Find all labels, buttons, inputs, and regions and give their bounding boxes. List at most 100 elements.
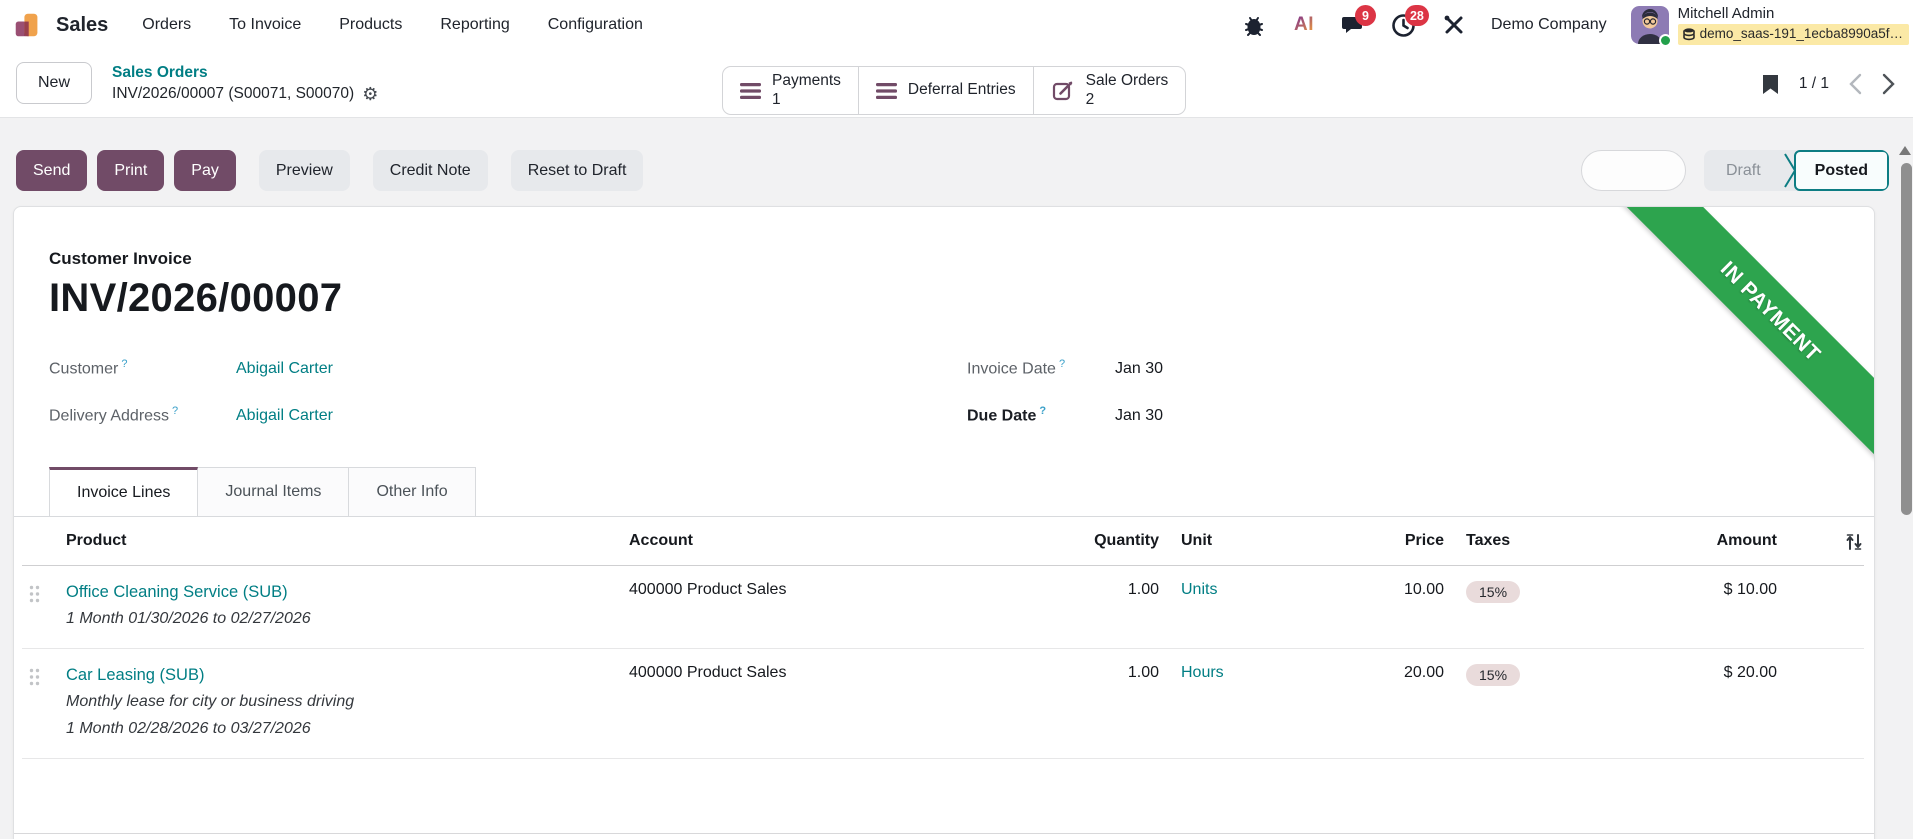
tax-tag[interactable]: 15% xyxy=(1466,664,1521,686)
due-date-value[interactable]: Jan 30 xyxy=(1115,407,1163,425)
status-step-posted[interactable]: Posted xyxy=(1793,150,1889,191)
menu-orders[interactable]: Orders xyxy=(142,16,191,34)
reset-to-draft-button[interactable]: Reset to Draft xyxy=(510,150,644,191)
product-link[interactable]: Car Leasing (SUB) xyxy=(66,662,629,688)
line-unit-link[interactable]: Units xyxy=(1181,581,1217,598)
header-price: Price xyxy=(1404,532,1444,549)
ai-icon[interactable]: AI xyxy=(1291,12,1317,38)
header-quantity: Quantity xyxy=(1094,532,1159,549)
stat-button-deferral-entries[interactable]: Deferral Entries xyxy=(857,67,1033,114)
document-type-label: Customer Invoice xyxy=(49,249,192,268)
top-nav-left: Sales Orders To Invoice Products Reporti… xyxy=(0,12,643,38)
stat-deferral-label: Deferral Entries xyxy=(907,81,1016,99)
pager-count[interactable]: 1 / 1 xyxy=(1799,75,1829,93)
stat-payments-count: 1 xyxy=(772,90,781,108)
optional-columns-icon[interactable] xyxy=(1777,517,1864,565)
stat-sale-orders-label: Sale Orders xyxy=(1085,71,1169,89)
delivery-address-value-link[interactable]: Abigail Carter xyxy=(236,407,333,425)
stat-button-group: Payments 1 Deferral Entries Sale Orders … xyxy=(722,66,1187,115)
status-step-draft[interactable]: Draft xyxy=(1704,162,1783,180)
activities-badge: 28 xyxy=(1404,5,1429,26)
preview-button[interactable]: Preview xyxy=(258,150,350,191)
delivery-address-field-row: Delivery Address? Abigail Carter xyxy=(49,392,1839,439)
pay-button[interactable]: Pay xyxy=(174,150,236,191)
stat-sale-orders-count: 2 xyxy=(1085,90,1095,108)
send-button[interactable]: Send xyxy=(16,150,88,191)
line-description: 1 Month 01/30/2026 to 02/27/2026 xyxy=(66,610,311,627)
app-menu: Orders To Invoice Products Reporting Con… xyxy=(142,16,643,34)
credit-note-button[interactable]: Credit Note xyxy=(372,150,488,191)
list-icon xyxy=(875,82,897,99)
invoice-date-field-row: Invoice Date? Jan 30 xyxy=(967,345,1163,392)
scrollbar-thumb[interactable] xyxy=(1901,163,1912,515)
line-account[interactable]: 400000 Product Sales xyxy=(629,579,1059,599)
user-name: Mitchell Admin xyxy=(1677,5,1775,23)
line-description: Monthly lease for city or business drivi… xyxy=(66,693,355,710)
due-date-label: Due Date xyxy=(967,407,1037,425)
invoice-line-row: Car Leasing (SUB) Monthly lease for city… xyxy=(22,649,1864,759)
invoice-sheet: IN PAYMENT Customer Invoice INV/2026/000… xyxy=(13,206,1875,839)
drag-handle-icon[interactable] xyxy=(22,579,66,608)
bookmark-icon[interactable] xyxy=(1762,74,1779,95)
header-taxes: Taxes xyxy=(1466,532,1511,549)
line-price[interactable]: 10.00 xyxy=(1344,579,1444,599)
odoo-invoice-page: Sales Orders To Invoice Products Reporti… xyxy=(0,0,1913,839)
menu-to-invoice[interactable]: To Invoice xyxy=(229,16,301,34)
stat-payments-label: Payments xyxy=(772,71,841,89)
tab-journal-items[interactable]: Journal Items xyxy=(198,467,350,516)
database-icon xyxy=(1682,28,1695,41)
invoice-line-row: Office Cleaning Service (SUB) 1 Month 01… xyxy=(22,566,1864,649)
pager-next-icon[interactable] xyxy=(1882,73,1895,95)
line-quantity[interactable]: 1.00 xyxy=(1059,579,1159,599)
stat-button-payments[interactable]: Payments 1 xyxy=(723,67,858,114)
line-amount: $ 10.00 xyxy=(1723,581,1777,598)
customer-value-link[interactable]: Abigail Carter xyxy=(236,360,333,378)
tax-tag[interactable]: 15% xyxy=(1466,581,1521,603)
header-amount: Amount xyxy=(1716,532,1777,549)
app-name[interactable]: Sales xyxy=(56,14,108,37)
activities-clock-icon[interactable]: 28 xyxy=(1391,5,1429,38)
product-link[interactable]: Office Cleaning Service (SUB) xyxy=(66,579,629,605)
gear-icon[interactable]: ⚙ xyxy=(362,85,378,103)
print-button[interactable]: Print xyxy=(97,150,165,191)
header-account: Account xyxy=(629,532,693,549)
tools-icon[interactable] xyxy=(1441,12,1467,38)
sales-app-logo-icon[interactable] xyxy=(14,12,40,38)
list-icon xyxy=(740,82,761,99)
header-product: Product xyxy=(66,532,127,549)
new-button[interactable]: New xyxy=(16,62,93,104)
statusbar: Draft Posted xyxy=(1703,150,1889,191)
empty-status-pill[interactable] xyxy=(1580,150,1686,191)
scrollbar-up-arrow[interactable] xyxy=(1899,146,1911,155)
stat-button-sale-orders[interactable]: Sale Orders 2 xyxy=(1032,67,1186,114)
line-unit-link[interactable]: Hours xyxy=(1181,664,1224,681)
line-quantity[interactable]: 1.00 xyxy=(1059,662,1159,682)
user-menu[interactable]: Mitchell Admin demo_saas-191_1ecba8990a5… xyxy=(1630,5,1913,47)
tab-invoice-lines[interactable]: Invoice Lines xyxy=(49,467,199,516)
action-button-row: Send Print Pay Preview Credit Note Reset… xyxy=(16,150,1889,191)
help-marker: ? xyxy=(1058,358,1066,371)
menu-configuration[interactable]: Configuration xyxy=(548,16,643,34)
menu-products[interactable]: Products xyxy=(339,16,402,34)
pager-previous-icon[interactable] xyxy=(1849,73,1862,95)
invoice-date-value[interactable]: Jan 30 xyxy=(1115,360,1163,378)
line-account[interactable]: 400000 Product Sales xyxy=(629,662,1059,682)
top-nav-right: AI 9 28 Demo Company Mitchell Admin demo… xyxy=(1241,0,1913,50)
database-chip: demo_saas-191_1ecba8990a5f… xyxy=(1677,23,1909,45)
messages-icon[interactable]: 9 xyxy=(1341,5,1376,38)
help-marker: ? xyxy=(172,405,179,418)
menu-reporting[interactable]: Reporting xyxy=(440,16,509,34)
user-avatar xyxy=(1630,6,1672,47)
line-price[interactable]: 20.00 xyxy=(1344,662,1444,682)
line-description: 1 Month 02/28/2026 to 03/27/2026 xyxy=(66,720,311,737)
header-unit: Unit xyxy=(1181,532,1213,549)
drag-handle-icon[interactable] xyxy=(22,662,66,691)
tab-other-info[interactable]: Other Info xyxy=(349,467,476,516)
company-switcher[interactable]: Demo Company xyxy=(1491,16,1607,34)
customer-field-row: Customer? Abigail Carter xyxy=(49,345,1839,392)
online-status-dot xyxy=(1658,34,1672,47)
invoice-number-title: INV/2026/00007 xyxy=(49,276,343,320)
breadcrumb-sales-orders[interactable]: Sales Orders xyxy=(112,63,378,84)
bug-icon[interactable] xyxy=(1241,12,1267,38)
customer-label: Customer xyxy=(49,360,119,378)
